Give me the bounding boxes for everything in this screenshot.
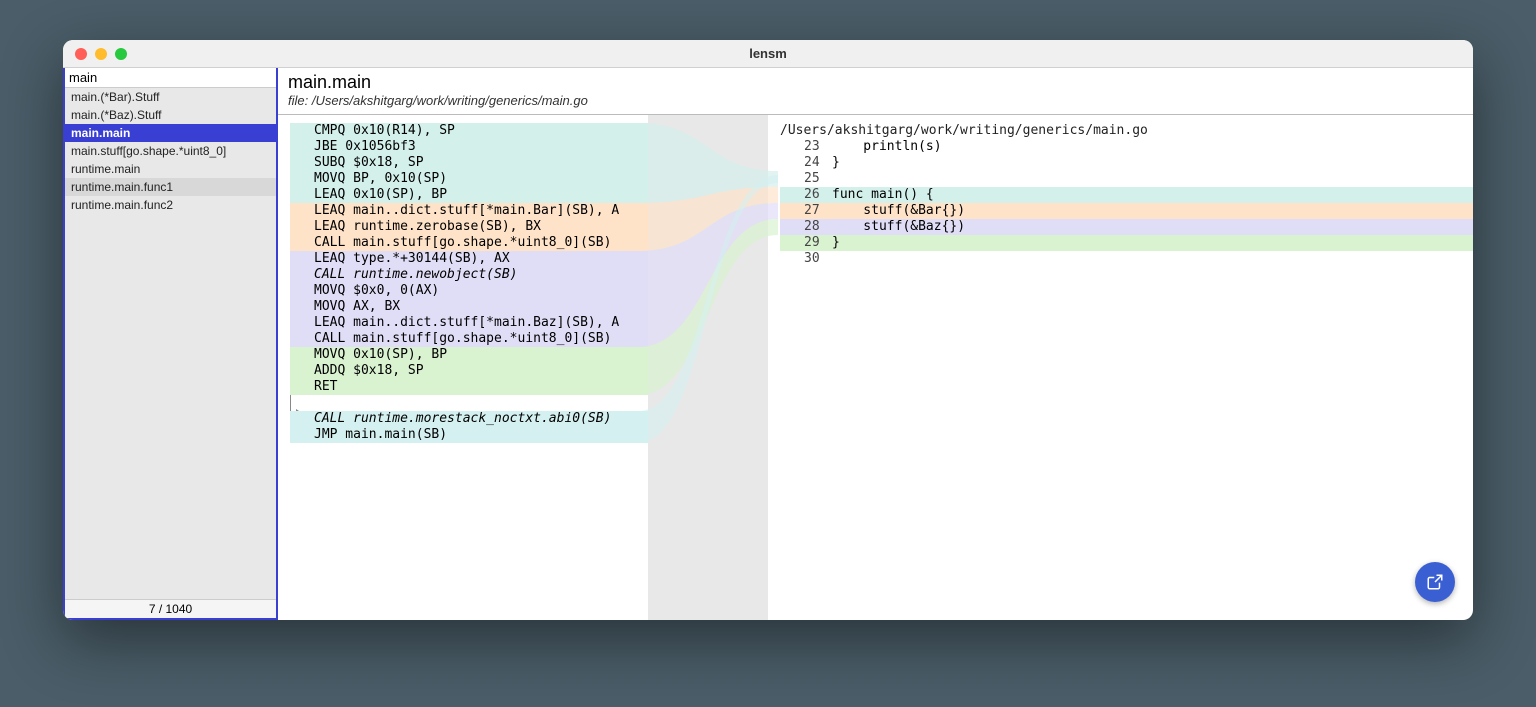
- asm-line[interactable]: JMP main.main(SB): [290, 427, 648, 443]
- line-number: 25: [804, 171, 832, 187]
- src-line[interactable]: 30: [780, 251, 1473, 267]
- close-icon[interactable]: [75, 48, 87, 60]
- sidebar-item[interactable]: runtime.main.func1: [65, 178, 276, 196]
- src-line[interactable]: 24}: [780, 155, 1473, 171]
- source-path: /Users/akshitgarg/work/writing/generics/…: [780, 123, 1473, 139]
- source-pane[interactable]: /Users/akshitgarg/work/writing/generics/…: [768, 115, 1473, 620]
- asm-line[interactable]: LEAQ main..dict.stuff[*main.Bar](SB), A: [290, 203, 648, 219]
- src-line[interactable]: 25: [780, 171, 1473, 187]
- src-line[interactable]: 29}: [780, 235, 1473, 251]
- src-line[interactable]: 27 stuff(&Bar{}): [780, 203, 1473, 219]
- asm-line[interactable]: MOVQ 0x10(SP), BP: [290, 347, 648, 363]
- app-window: lensm main.(*Bar).Stuffmain.(*Baz).Stuff…: [63, 40, 1473, 620]
- sidebar-item[interactable]: runtime.main: [65, 160, 276, 178]
- asm-line[interactable]: MOVQ BP, 0x10(SP): [290, 171, 648, 187]
- symbol-list[interactable]: main.(*Bar).Stuffmain.(*Baz).Stuffmain.m…: [65, 88, 276, 599]
- minimize-icon[interactable]: [95, 48, 107, 60]
- main-pane: main.main file: /Users/akshitgarg/work/w…: [278, 68, 1473, 620]
- line-number: 26: [804, 187, 832, 203]
- asm-line[interactable]: ADDQ $0x18, SP: [290, 363, 648, 379]
- asm-line[interactable]: MOVQ $0x0, 0(AX): [290, 283, 648, 299]
- asm-line[interactable]: [290, 395, 648, 411]
- sidebar-item[interactable]: main.main: [65, 124, 276, 142]
- line-number: 27: [804, 203, 832, 219]
- line-number: 30: [804, 251, 832, 267]
- symbol-counter: 7 / 1040: [65, 599, 276, 618]
- asm-line[interactable]: CALL main.stuff[go.shape.*uint8_0](SB): [290, 235, 648, 251]
- sidebar-item[interactable]: main.(*Baz).Stuff: [65, 106, 276, 124]
- window-title: lensm: [63, 46, 1473, 61]
- asm-line[interactable]: LEAQ main..dict.stuff[*main.Baz](SB), A: [290, 315, 648, 331]
- sidebar-item[interactable]: main.(*Bar).Stuff: [65, 88, 276, 106]
- symbol-name: main.main: [288, 72, 1463, 93]
- asm-line[interactable]: LEAQ runtime.zerobase(SB), BX: [290, 219, 648, 235]
- src-line[interactable]: 28 stuff(&Baz{}): [780, 219, 1473, 235]
- titlebar: lensm: [63, 40, 1473, 68]
- asm-line[interactable]: SUBQ $0x18, SP: [290, 155, 648, 171]
- asm-line[interactable]: CMPQ 0x10(R14), SP: [290, 123, 648, 139]
- line-number: 29: [804, 235, 832, 251]
- symbol-sidebar: main.(*Bar).Stuffmain.(*Baz).Stuffmain.m…: [63, 68, 278, 620]
- line-number: 23: [804, 139, 832, 155]
- open-external-button[interactable]: [1415, 562, 1455, 602]
- src-line[interactable]: 26func main() {: [780, 187, 1473, 203]
- line-number: 28: [804, 219, 832, 235]
- asm-line[interactable]: MOVQ AX, BX: [290, 299, 648, 315]
- symbol-file: file: /Users/akshitgarg/work/writing/gen…: [288, 93, 1463, 108]
- flow-ribbons: [638, 123, 778, 523]
- open-external-icon: [1426, 573, 1444, 591]
- traffic-lights: [63, 48, 127, 60]
- asm-line[interactable]: JBE 0x1056bf3: [290, 139, 648, 155]
- asm-line[interactable]: CALL runtime.newobject(SB): [290, 267, 648, 283]
- line-number: 24: [804, 155, 832, 171]
- asm-line[interactable]: CALL runtime.morestack_noctxt.abi0(SB): [290, 411, 648, 427]
- asm-line[interactable]: CALL main.stuff[go.shape.*uint8_0](SB): [290, 331, 648, 347]
- assembly-pane[interactable]: CMPQ 0x10(R14), SPJBE 0x1056bf3SUBQ $0x1…: [278, 115, 648, 620]
- window-body: main.(*Bar).Stuffmain.(*Baz).Stuffmain.m…: [63, 68, 1473, 620]
- code-panes: CMPQ 0x10(R14), SPJBE 0x1056bf3SUBQ $0x1…: [278, 115, 1473, 620]
- asm-line[interactable]: RET: [290, 379, 648, 395]
- asm-line[interactable]: LEAQ 0x10(SP), BP: [290, 187, 648, 203]
- asm-line[interactable]: LEAQ type.*+30144(SB), AX: [290, 251, 648, 267]
- src-line[interactable]: 23 println(s): [780, 139, 1473, 155]
- flow-gutter: [648, 115, 768, 620]
- sidebar-item[interactable]: main.stuff[go.shape.*uint8_0]: [65, 142, 276, 160]
- symbol-header: main.main file: /Users/akshitgarg/work/w…: [278, 68, 1473, 115]
- sidebar-item[interactable]: runtime.main.func2: [65, 196, 276, 214]
- zoom-icon[interactable]: [115, 48, 127, 60]
- filter-input[interactable]: [65, 68, 276, 88]
